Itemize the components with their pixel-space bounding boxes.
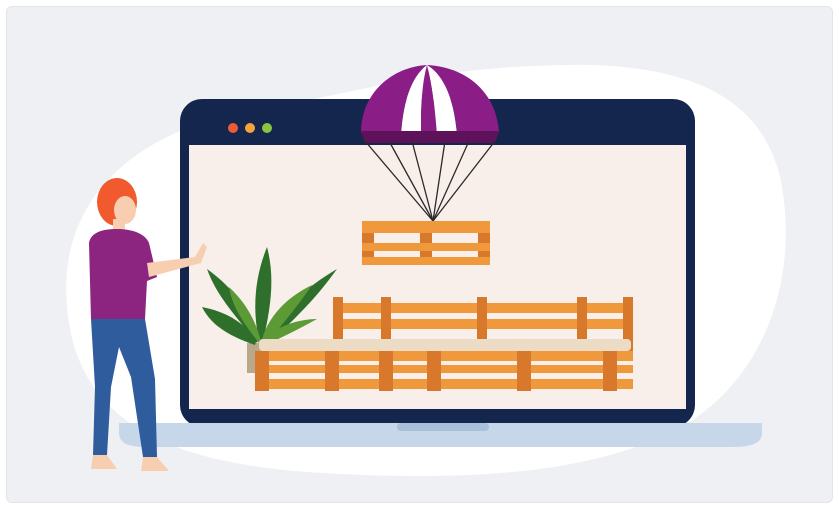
pallet-icon: [362, 221, 490, 265]
person-foot-left: [91, 455, 117, 469]
window-dot-orange: [245, 123, 255, 133]
laptop-icon: [119, 99, 762, 447]
laptop-notch: [397, 423, 489, 431]
person-foot-right: [141, 457, 169, 471]
window-dot-green: [262, 123, 272, 133]
canopy-rim: [361, 131, 499, 143]
illustration-scene: [66, 64, 786, 477]
illustration-frame: [6, 6, 833, 503]
window-dot-red: [228, 123, 238, 133]
